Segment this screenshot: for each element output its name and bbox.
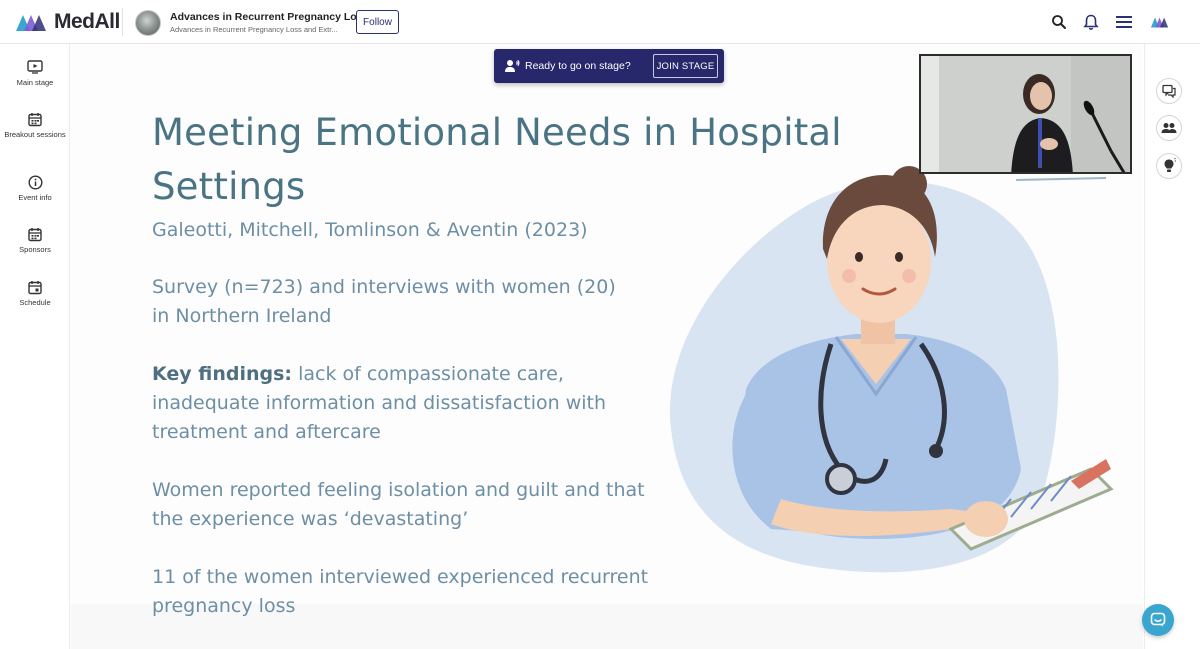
sidebar-item-label: Sponsors xyxy=(19,245,51,254)
search-icon[interactable] xyxy=(1049,12,1069,32)
message-icon xyxy=(1150,612,1166,627)
slide-recurrent-text: 11 of the women interviewed experienced … xyxy=(152,566,649,617)
speaker-video-feed[interactable] xyxy=(919,54,1132,174)
medall-logo[interactable]: MedAll xyxy=(14,10,120,34)
speaker-video-image xyxy=(921,56,1130,172)
sidebar-item-event-info[interactable]: Event info xyxy=(0,175,70,203)
sidebar-item-sponsors[interactable]: Sponsors xyxy=(0,227,70,255)
main-stage: Meeting Emotional Needs in Hospital Sett… xyxy=(71,44,1143,649)
join-stage-button[interactable]: JOIN STAGE xyxy=(653,54,718,78)
follow-button[interactable]: Follow xyxy=(356,10,399,34)
lightbulb-icon xyxy=(1164,158,1176,172)
sidebar-item-main-stage[interactable]: Main stage xyxy=(0,60,70,88)
stage-prompt-banner: Ready to go on stage? JOIN STAGE xyxy=(494,49,724,83)
sidebar-item-label: Schedule xyxy=(19,298,51,307)
slide-survey-text: Survey (n=723) and interviews with women… xyxy=(152,276,616,327)
chat-button[interactable] xyxy=(1156,78,1182,104)
top-header: MedAll Advances in Recurrent Pregnancy L… xyxy=(0,0,1200,44)
calendar-icon xyxy=(0,227,70,243)
chat-icon xyxy=(1162,84,1176,98)
slide-citation: Galeotti, Mitchell, Tomlinson & Aventin … xyxy=(152,219,588,241)
medall-logo-icon xyxy=(16,15,46,31)
support-chat-button[interactable] xyxy=(1142,604,1174,636)
brand-name: MedAll xyxy=(54,10,120,33)
event-subtitle: Advances in Recurrent Pregnancy Loss and… xyxy=(170,25,338,34)
bell-icon[interactable] xyxy=(1081,12,1101,32)
sidebar-item-label: Breakout sessions xyxy=(4,130,66,139)
play-screen-icon xyxy=(0,60,70,76)
sidebar-item-label: Main stage xyxy=(16,78,54,87)
calendar-icon xyxy=(0,112,70,128)
nurse-illustration xyxy=(669,166,1114,573)
left-sidebar: Main stage Breakout sessions Event info … xyxy=(0,44,70,649)
sidebar-item-schedule[interactable]: Schedule xyxy=(0,280,70,308)
speaker-icon xyxy=(505,59,520,72)
slide-reported-text: Women reported feeling isolation and gui… xyxy=(152,479,645,530)
medall-account-icon[interactable] xyxy=(1150,12,1170,32)
key-findings-label: Key findings: xyxy=(152,363,293,385)
slide-underline-decoration xyxy=(1016,177,1107,181)
info-icon xyxy=(0,175,70,191)
people-button[interactable] xyxy=(1156,115,1182,141)
ideas-button[interactable] xyxy=(1156,153,1182,179)
event-title[interactable]: Advances in Recurrent Pregnancy Lo... xyxy=(170,11,365,23)
right-rail xyxy=(1144,44,1200,649)
people-icon xyxy=(1161,123,1177,133)
header-divider xyxy=(122,8,123,36)
stage-prompt-text: Ready to go on stage? xyxy=(525,60,631,72)
slide-key-findings: Key findings: lack of compassionate care… xyxy=(152,360,662,447)
event-avatar[interactable] xyxy=(135,10,161,36)
calendar-check-icon xyxy=(0,280,70,296)
sidebar-item-breakout-sessions[interactable]: Breakout sessions xyxy=(0,112,70,140)
menu-icon[interactable] xyxy=(1114,12,1134,32)
sidebar-item-label: Event info xyxy=(18,193,52,202)
